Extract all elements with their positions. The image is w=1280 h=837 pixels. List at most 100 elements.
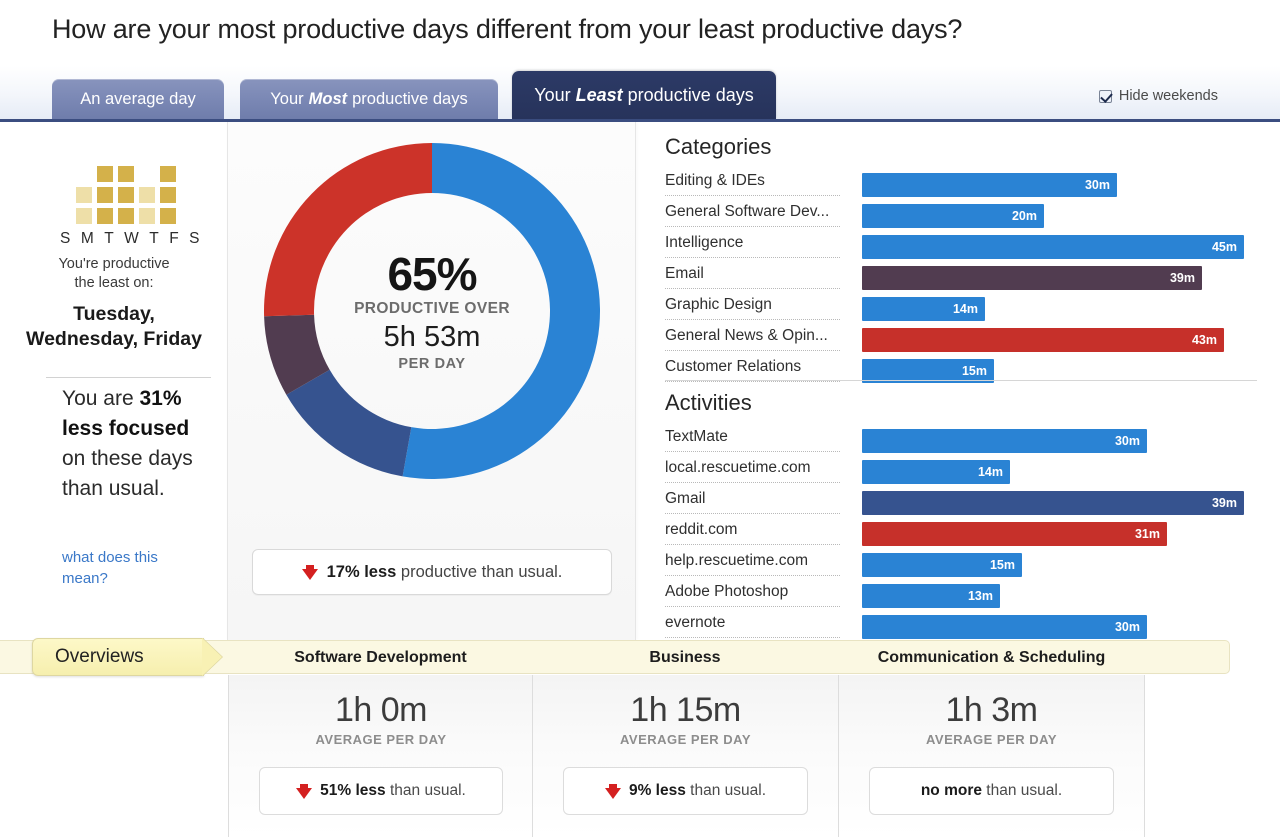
overview-delta-bold: no more [921,782,982,799]
weekday-label: M [81,230,94,248]
what-does-this-mean-link[interactable]: what does this mean? [62,547,202,589]
list-item-label: local.rescuetime.com [665,459,840,477]
arrow-down-icon [605,788,621,799]
list-item-bar[interactable]: 14m [862,460,1010,484]
list-item[interactable]: help.rescuetime.com 15m [665,552,1257,580]
overviews-tab-label: Overviews [55,646,144,668]
donut-percent: 65% [325,250,540,298]
weekday-grid-cell [160,208,176,224]
list-item[interactable]: Intelligence 45m [665,234,1257,262]
list-item-label: Gmail [665,490,840,508]
weekday-label: S [189,230,200,248]
overview-column-header[interactable]: Communication & Scheduling [838,646,1145,670]
list-item[interactable]: Adobe Photoshop 13m [665,583,1257,611]
list-item-bar[interactable]: 30m [862,615,1147,639]
sidebar-focus-summary: You are 31% less focused on these days t… [62,384,212,504]
overview-column: 1h 0mAVERAGE PER DAY51% less than usual. [228,675,533,837]
list-item-bar[interactable]: 14m [862,297,985,321]
list-item-label: Intelligence [665,234,840,252]
list-item-underline [665,544,840,545]
checkbox-icon[interactable] [1099,90,1112,103]
hide-weekends-toggle[interactable]: Hide weekends [1099,88,1218,104]
tab-label-least-emph: Least [576,85,623,106]
callout-bold: 17% less [327,563,397,581]
list-item-bar[interactable]: 30m [862,173,1117,197]
overview-caption: AVERAGE PER DAY [533,732,838,747]
list-item-underline [665,226,840,227]
overview-column-header[interactable]: Software Development [228,646,533,670]
overview-time: 1h 0m [229,691,533,730]
categories-section-title: Categories [665,134,771,160]
list-item-bar[interactable]: 45m [862,235,1244,259]
list-item-bar[interactable]: 15m [862,553,1022,577]
tab-your-most-productive-days[interactable]: YourMostproductive days [240,79,498,119]
weekday-grid-cell [97,208,113,224]
list-item-underline [665,482,840,483]
overviews-tab[interactable]: Overviews [32,638,204,676]
weekday-grid-cell [160,166,176,182]
weekday-label: W [124,230,139,248]
list-item-underline [665,606,840,607]
list-item-underline [665,451,840,452]
list-item-bar[interactable]: 30m [862,429,1147,453]
list-item-label: help.rescuetime.com [665,552,840,570]
list-item-bar[interactable]: 13m [862,584,1000,608]
list-item[interactable]: Graphic Design14m [665,296,1257,324]
list-item-bar[interactable]: 39m [862,491,1244,515]
weekday-label: T [104,230,114,248]
list-item[interactable]: Gmail 39m [665,490,1257,518]
list-item[interactable]: Email39m [665,265,1257,293]
list-item-underline [665,637,840,638]
list-item[interactable]: TextMate30m [665,428,1257,456]
least-productive-days: Tuesday, Wednesday, Friday [22,302,206,352]
list-item[interactable]: Customer Relations15m [665,358,1257,386]
productivity-donut-chart: 65% PRODUCTIVE OVER 5h 53m PER DAY [251,130,613,492]
lists-panel: Categories Editing & IDEs 30m General Soft… [636,122,1280,640]
overview-delta-bold: 9% less [629,782,686,799]
tab-your-least-productive-days[interactable]: YourLeastproductive days [512,71,776,119]
list-item-label: General News & Opin... [665,327,840,345]
list-item-bar[interactable]: 31m [862,522,1167,546]
list-item[interactable]: Editing & IDEs 30m [665,172,1257,200]
list-item[interactable]: local.rescuetime.com 14m [665,459,1257,487]
sidebar-subtitle: You're productive the least on: [22,255,206,293]
list-item[interactable]: reddit.com31m [665,521,1257,549]
weekday-grid-cell [97,166,113,182]
tab-label-most-emph: Most [309,90,348,109]
callout-rest: productive than usual. [396,563,562,581]
list-item[interactable]: evernote 30m [665,614,1257,642]
activities-section-title: Activities [665,390,752,416]
weekday-grid-cell [139,187,155,203]
weekday-grid-cell [118,208,134,224]
donut-panel: 65% PRODUCTIVE OVER 5h 53m PER DAY 17% l… [228,122,635,640]
list-item[interactable]: General News & Opin... 43m [665,327,1257,355]
overview-delta-box: no more than usual. [869,767,1114,815]
donut-segment-productive[interactable] [286,370,411,477]
list-item-label: Editing & IDEs [665,172,840,190]
list-item-underline [665,288,840,289]
list-item-underline [665,513,840,514]
sidebar-subtitle-line1: You're productive [22,255,206,274]
list-item-underline [665,350,840,351]
tab-label-most-suffix: productive days [352,90,468,109]
weekday-grid-cell [76,187,92,203]
weekday-axis-labels: SMTWTFS [60,230,200,248]
list-item-label: General Software Dev... [665,203,840,221]
overview-time: 1h 15m [533,691,838,730]
list-item-bar[interactable]: 43m [862,328,1224,352]
list-item-underline [665,575,840,576]
list-item[interactable]: General Software Dev... 20m [665,203,1257,231]
list-item-bar[interactable]: 39m [862,266,1202,290]
overview-caption: AVERAGE PER DAY [839,732,1144,747]
tab-label-least-prefix: Your [534,85,570,106]
focus-summary-post: on these days than usual. [62,447,193,500]
list-item-bar[interactable]: 20m [862,204,1044,228]
section-divider [665,380,1257,381]
list-item-label: evernote [665,614,840,632]
overview-column-header[interactable]: Business [532,646,838,670]
sidebar-divider [46,377,211,378]
weekday-grid-cell [118,187,134,203]
page-title: How are your most productive days differ… [52,14,962,45]
tab-an-average-day[interactable]: An average day [52,79,224,119]
list-item-label: Adobe Photoshop [665,583,840,601]
